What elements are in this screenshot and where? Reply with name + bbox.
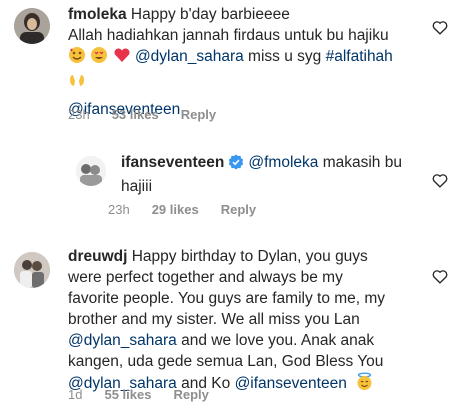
mention-link[interactable]: @dylan_sahara xyxy=(135,48,244,65)
avatar-image xyxy=(14,8,50,44)
comment-text-line2: Allah hadiahkan jannah firdaus untuk bu … xyxy=(68,27,389,44)
like-heart-icon[interactable] xyxy=(432,269,448,289)
comment-text-line1: Happy b'day barbieeee xyxy=(130,6,290,23)
avatar[interactable] xyxy=(76,156,106,186)
comment-body: dreuwdj Happy birthday to Dylan, you guy… xyxy=(68,246,438,397)
smiling-face-with-hearts-emoji xyxy=(68,46,86,70)
comment-text: favorite people. You guys are family to … xyxy=(68,290,386,307)
comment-username[interactable]: fmoleka xyxy=(68,6,127,23)
comment-body: fmoleka Happy b'day barbieeee Allah hadi… xyxy=(68,4,408,120)
comment-text-line1: makasih bu xyxy=(318,154,402,171)
hashtag-link[interactable]: #alfatihah xyxy=(326,48,393,65)
avatar[interactable] xyxy=(14,8,50,44)
comment-meta: 23h 29 likes Reply xyxy=(108,202,278,218)
comment-meta: 1d 55 likes Reply xyxy=(68,387,231,403)
likes-count[interactable]: 55 likes xyxy=(104,387,151,403)
comment-text: and we love you. Anak anak xyxy=(176,332,375,349)
reply-button[interactable]: Reply xyxy=(221,202,256,218)
comment-text: brother and my sister. We all miss you L… xyxy=(68,311,360,328)
reply-button[interactable]: Reply xyxy=(173,387,208,403)
comment-text-line2: hajiii xyxy=(121,178,153,195)
comment-username[interactable]: dreuwdj xyxy=(68,248,127,265)
avatar[interactable] xyxy=(14,252,50,288)
like-heart-icon[interactable] xyxy=(432,20,448,40)
likes-count[interactable]: 29 likes xyxy=(152,202,199,218)
like-heart-icon[interactable] xyxy=(432,173,448,193)
comment-username[interactable]: ifanseventeen xyxy=(121,154,224,171)
comment-text: kangen, uda gede semua Lan, God Bless Yo… xyxy=(68,353,384,370)
likes-count[interactable]: 53 likes xyxy=(112,107,159,123)
mention-link[interactable]: @dylan_sahara xyxy=(68,332,177,349)
mention-link[interactable]: @fmoleka xyxy=(248,154,318,171)
heart-eyes-emoji xyxy=(90,46,108,70)
red-heart-emoji xyxy=(113,46,131,70)
comment-fmoleka: fmoleka Happy b'day barbieeee Allah hadi… xyxy=(0,0,474,135)
comment-body: ifanseventeen @fmoleka makasih bu hajiii xyxy=(121,152,421,197)
comment-text-inline: miss u syg xyxy=(243,48,326,65)
mention-link[interactable]: @ifanseventeen xyxy=(235,375,347,392)
avatar-image xyxy=(14,252,50,288)
comment-dreuwdj: dreuwdj Happy birthday to Dylan, you guy… xyxy=(0,230,474,420)
comment-text: Happy birthday to Dylan, you guys xyxy=(131,248,368,265)
avatar-image xyxy=(76,156,106,186)
comment-meta: 23h 53 likes Reply xyxy=(68,107,238,123)
open-hands-emoji xyxy=(68,70,86,94)
comment-time: 1d xyxy=(68,387,83,402)
reply-button[interactable]: Reply xyxy=(181,107,216,123)
smiling-face-with-halo-emoji xyxy=(355,372,374,397)
verified-badge-icon xyxy=(228,154,244,176)
comment-text: were perfect together and always be my xyxy=(68,269,343,286)
reply-ifanseventeen: ifanseventeen @fmoleka makasih bu hajiii … xyxy=(0,135,474,230)
comment-time: 23h xyxy=(68,107,90,122)
comment-time: 23h xyxy=(108,202,130,217)
